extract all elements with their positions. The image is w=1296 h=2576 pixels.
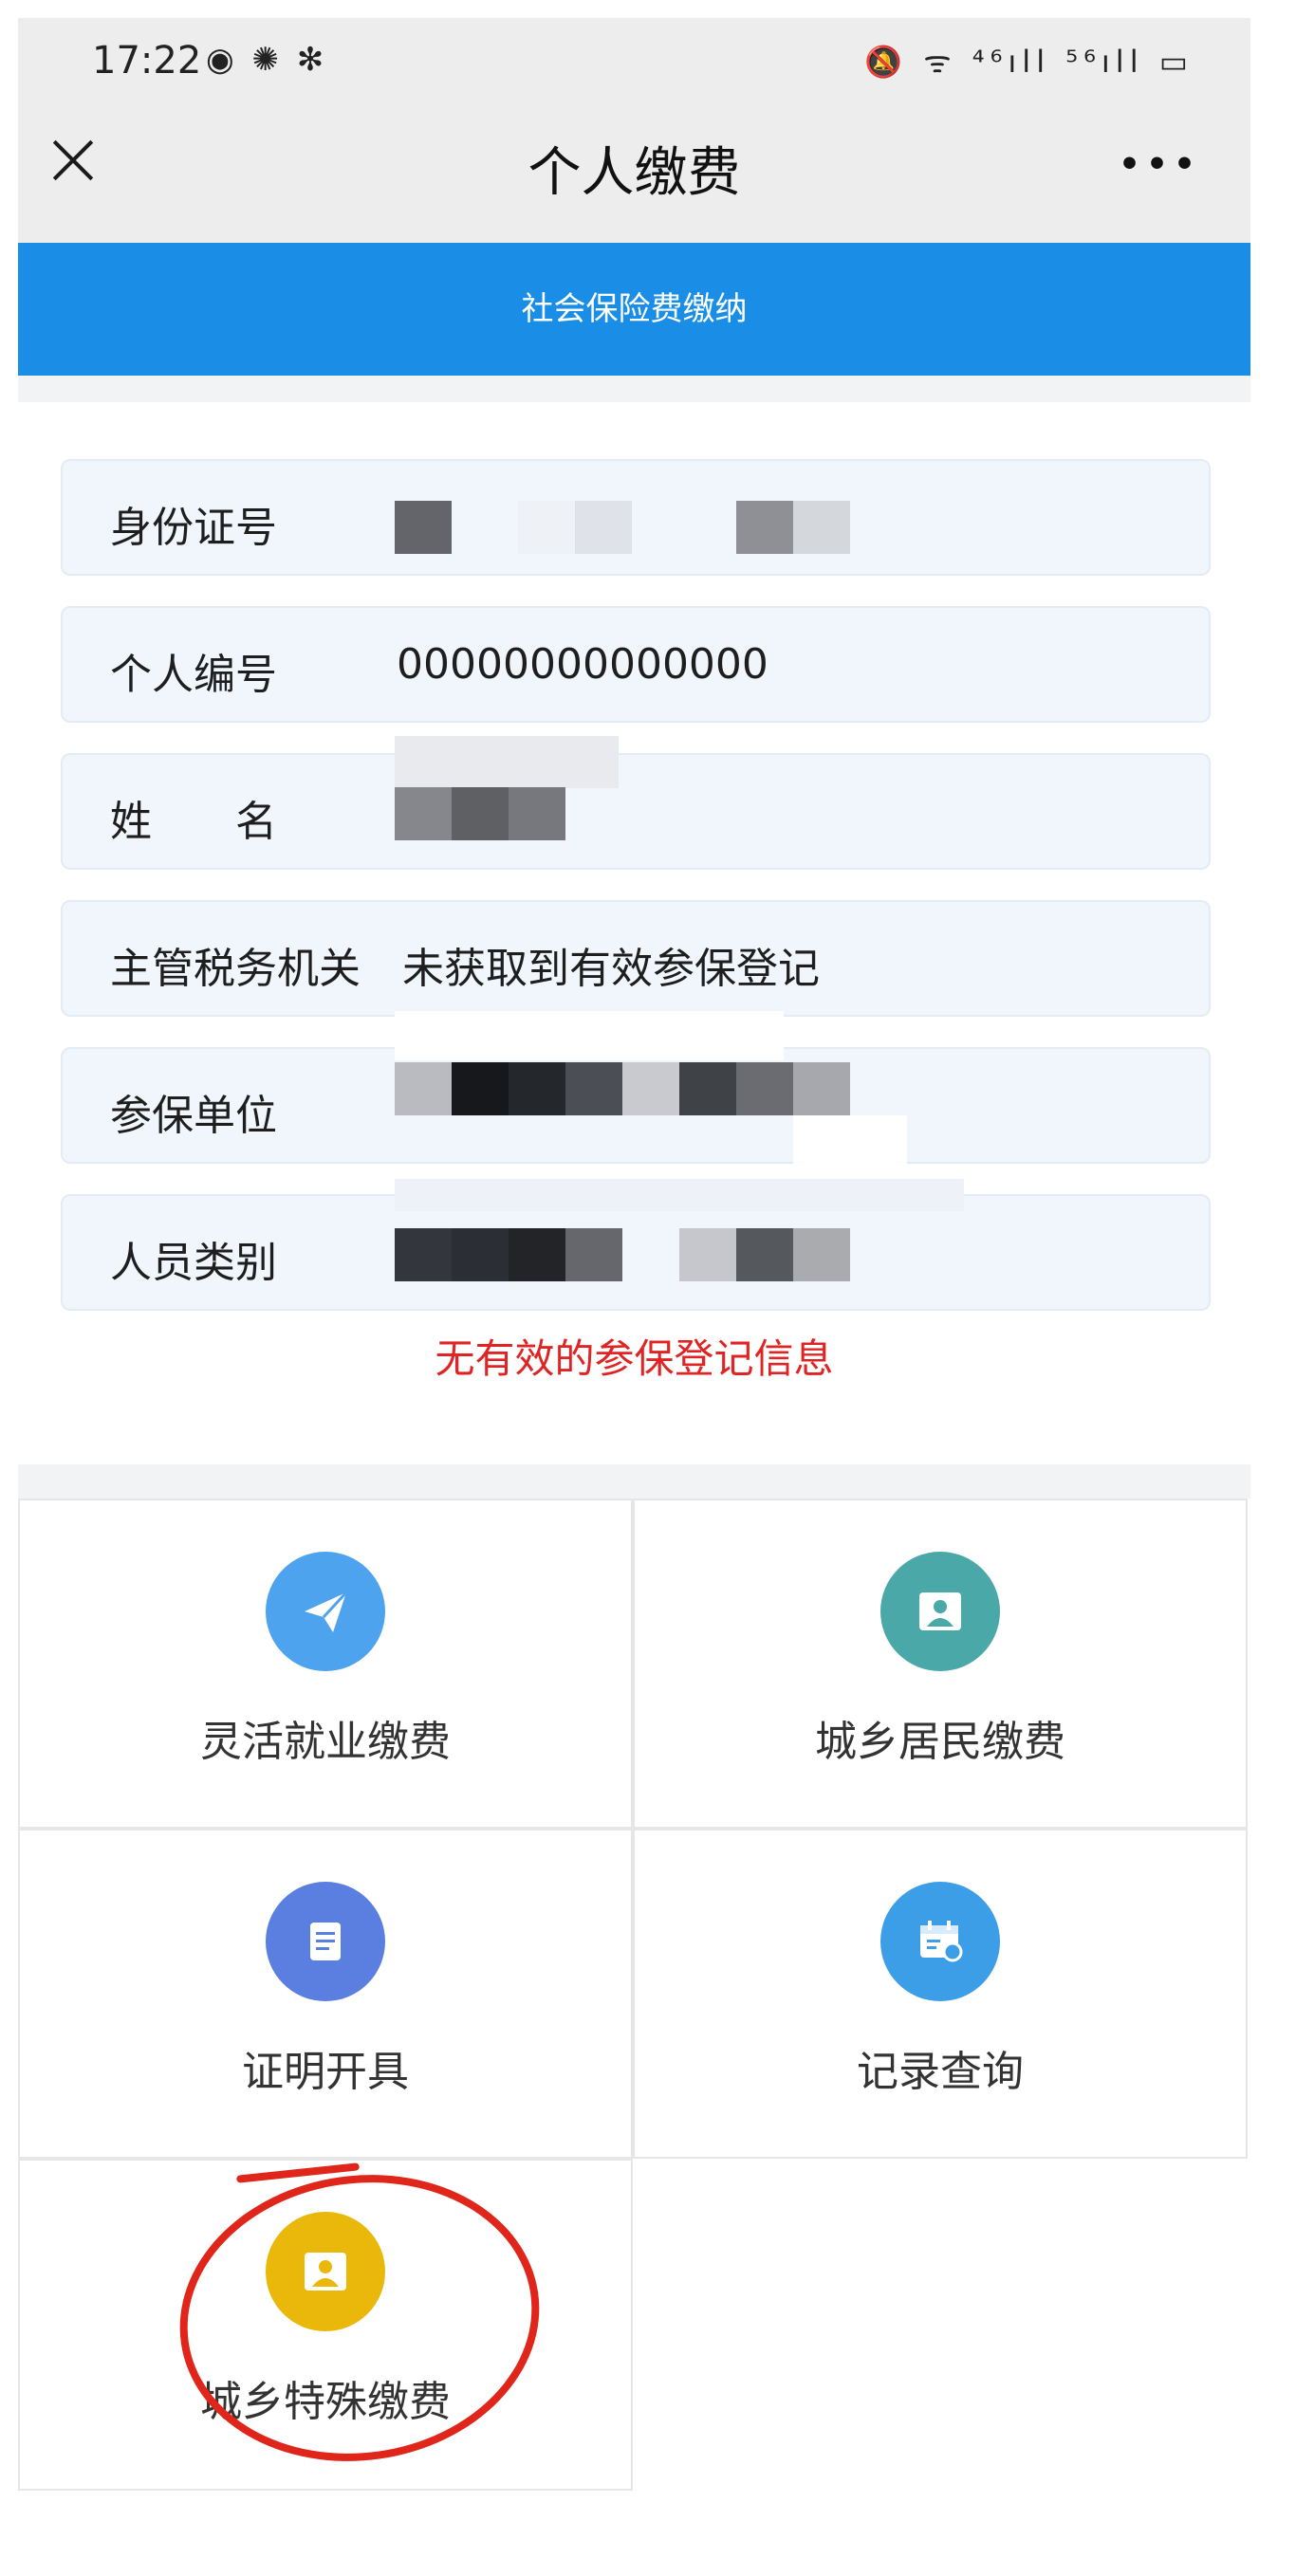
service-record-query[interactable]: 记录查询 — [633, 1829, 1248, 2159]
row-tax-authority: 主管税务机关 未获取到有效参保登记 — [61, 900, 1211, 1017]
row-label: 主管税务机关 — [110, 945, 361, 993]
redacted-block — [395, 787, 452, 840]
redacted-block — [509, 1062, 565, 1115]
redacted-block — [395, 501, 452, 554]
service-flexible-employment[interactable]: 灵活就业缴费 — [18, 1499, 633, 1829]
divider — [18, 376, 1250, 402]
row-personnel-category: 人员类别 — [61, 1179, 1211, 1311]
redacted-block — [679, 1228, 736, 1281]
redacted-block — [575, 501, 632, 554]
redacted-block — [452, 1228, 509, 1281]
row-value: 00000000000000 — [397, 640, 768, 689]
status-time: 17:22 — [92, 39, 202, 83]
redacted-block — [793, 1228, 850, 1281]
redacted-block — [395, 1179, 964, 1211]
section-banner: 社会保险费缴纳 — [18, 243, 1250, 376]
person-icon — [880, 1552, 1000, 1671]
row-label: 个人编号 — [110, 651, 277, 699]
redacted-block — [395, 1062, 452, 1115]
service-label: 灵活就业缴费 — [200, 1718, 451, 1766]
warning-text: 无有效的参保登记信息 — [435, 1335, 834, 1382]
redacted-block — [793, 1062, 850, 1115]
redacted-block — [452, 787, 509, 840]
redacted-block — [679, 1062, 736, 1115]
service-label: 记录查询 — [857, 2048, 1024, 2096]
redacted-block — [395, 736, 619, 788]
status-left-icons: ◉ ✺ ✻ — [206, 41, 328, 79]
row-label: 人员类别 — [110, 1239, 277, 1287]
redacted-block — [509, 787, 565, 840]
redacted-block — [736, 1228, 793, 1281]
row-label: 姓 名 — [110, 798, 277, 846]
more-icon[interactable]: ••• — [1119, 145, 1201, 184]
title-bar: 17:22 ◉ ✺ ✻ 🔕 ᯤ ⁴⁶ıll ⁵⁶ıll ▭ 个人缴费 ••• — [18, 18, 1250, 243]
service-certificate[interactable]: 证明开具 — [18, 1829, 633, 2159]
redacted-block — [622, 1062, 679, 1115]
service-urban-rural-resident[interactable]: 城乡居民缴费 — [633, 1499, 1248, 1829]
calendar-icon — [880, 1882, 1000, 2001]
redacted-block — [395, 1228, 452, 1281]
redacted-block — [565, 1228, 622, 1281]
redacted-block — [518, 501, 575, 554]
row-value: 未获取到有效参保登记 — [402, 945, 820, 993]
redacted-block — [793, 501, 850, 554]
redacted-block — [452, 1062, 509, 1115]
divider — [18, 1464, 1250, 1499]
row-insured-unit: 参保单位 — [61, 1011, 1211, 1191]
page-title: 个人缴费 — [528, 142, 741, 204]
row-id-number: 身份证号 — [61, 459, 1211, 576]
service-label: 证明开具 — [242, 2048, 409, 2096]
row-personal-number: 个人编号 00000000000000 — [61, 606, 1211, 723]
redacted-block — [509, 1228, 565, 1281]
redacted-block — [736, 1062, 793, 1115]
status-right-icons: 🔕 ᯤ ⁴⁶ıll ⁵⁶ıll ▭ — [864, 44, 1194, 80]
service-label: 城乡居民缴费 — [815, 1718, 1065, 1766]
document-icon — [266, 1882, 385, 2001]
row-label: 参保单位 — [110, 1092, 277, 1140]
paper-plane-icon — [266, 1552, 385, 1671]
redacted-block — [395, 1011, 784, 1060]
row-name: 姓 名 — [61, 736, 1211, 870]
redacted-block — [736, 501, 793, 554]
redacted-block — [395, 1115, 784, 1153]
row-label: 身份证号 — [110, 504, 277, 552]
redacted-block — [565, 1062, 622, 1115]
phone-screen: 17:22 ◉ ✺ ✻ 🔕 ᯤ ⁴⁶ıll ⁵⁶ıll ▭ 个人缴费 ••• 社… — [18, 18, 1250, 2541]
